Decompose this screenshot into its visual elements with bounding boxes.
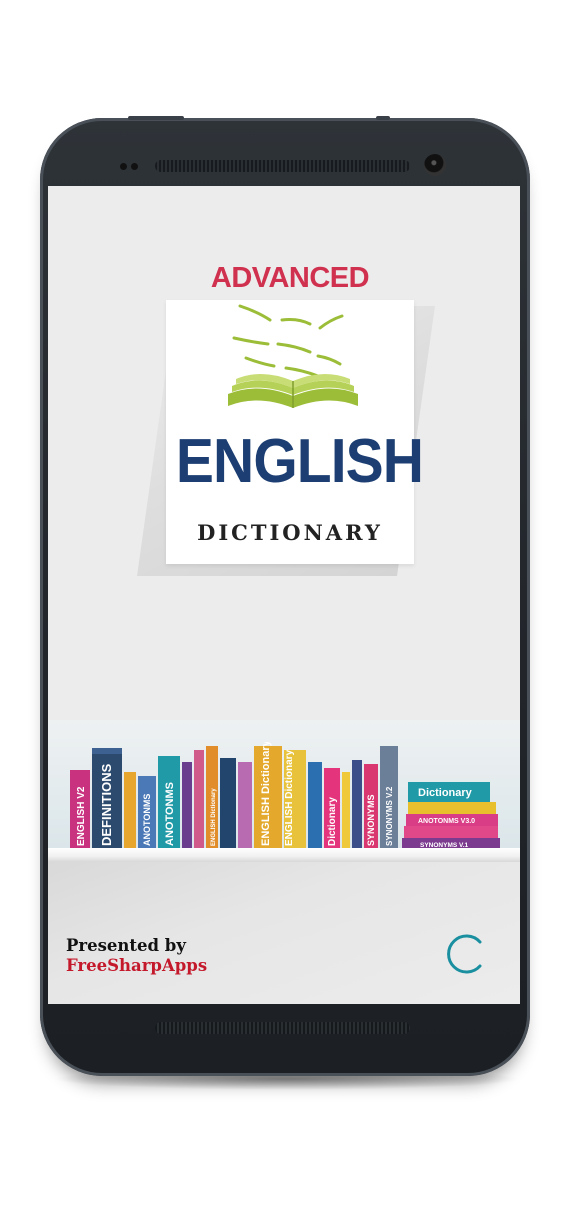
stack-label: ANOTONMS V3.0: [418, 818, 475, 825]
book-label: Dictionary: [327, 797, 338, 846]
book-spine: [238, 762, 252, 850]
loading-spinner-icon: [447, 934, 482, 974]
open-book-icon: [228, 304, 358, 408]
book-label: SYNONYMS V.2: [385, 786, 394, 846]
stack-label: Dictionary: [418, 787, 473, 799]
book-spine-cap: [92, 748, 122, 754]
logo-title-dictionary: DICTIONARY: [197, 520, 383, 545]
book-label: ANOTONMS: [164, 782, 176, 846]
book-spine: [220, 758, 236, 850]
book-spine: [182, 762, 192, 850]
book-spine: [308, 762, 322, 850]
logo-title-advanced: ADVANCED: [210, 262, 370, 294]
bookshelf-books: ENGLISH V2 DEFINITIONS ANOTONMS ANOTONMS…: [70, 742, 500, 850]
presented-by-label: Presented by: [66, 936, 186, 955]
book-spine: [352, 760, 362, 850]
bottom-speaker: [155, 1022, 410, 1034]
earpiece-speaker: [155, 160, 410, 172]
book-label: ENGLISH Dictionary: [260, 742, 272, 846]
book-label: ENGLISH V2: [76, 786, 87, 846]
front-camera: [424, 154, 446, 176]
book-spine: [342, 772, 350, 850]
stack-book: [408, 802, 496, 814]
book-label: DEFINITIONS: [99, 763, 114, 846]
stack-book: [404, 826, 498, 838]
book-spine: [194, 750, 204, 850]
book-spine: [124, 772, 136, 850]
splash-screen: ADVANCED ENGLISH DICTIONARY ENGLISH V2 D…: [48, 186, 520, 1004]
book-label: ENGLISH Dictionary: [211, 788, 217, 846]
book-label: ENGLISH Dictionary: [284, 749, 295, 846]
logo-title-english: ENGLISH: [175, 427, 424, 496]
bookshelf-board: [48, 848, 520, 862]
proximity-sensor: [120, 163, 127, 170]
volume-button: [128, 116, 184, 120]
developer-brand: FreeSharpApps: [66, 956, 208, 975]
book-label: ANOTONMS: [142, 794, 152, 846]
light-sensor: [131, 163, 138, 170]
book-label: SYNONYMS: [366, 794, 376, 846]
power-button: [376, 116, 390, 120]
